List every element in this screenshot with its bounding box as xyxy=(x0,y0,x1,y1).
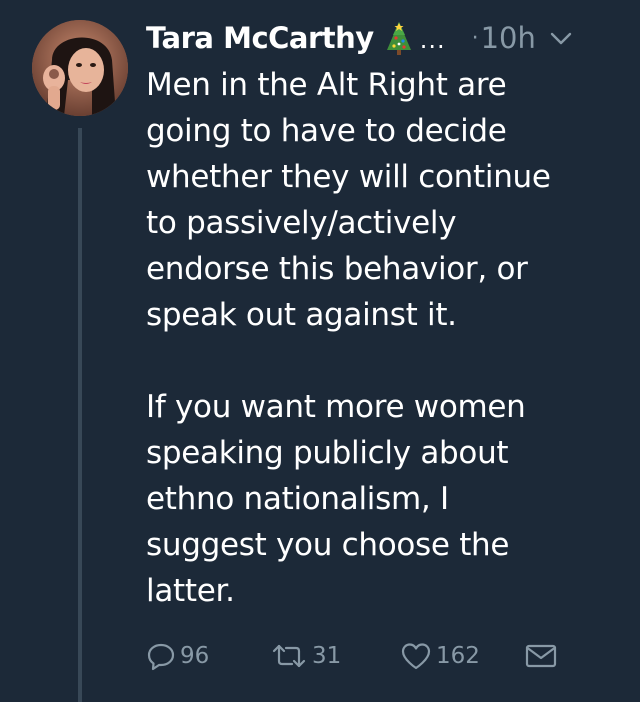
tweet-text-line: endorse this behavior, or xyxy=(146,251,528,287)
reply-button[interactable]: 96 xyxy=(146,636,209,676)
avatar[interactable] xyxy=(32,20,128,116)
tweet-text-line: latter. xyxy=(146,573,235,609)
separator-dot: · xyxy=(471,25,479,51)
retweet-count: 31 xyxy=(312,643,342,669)
tweet-text-line: ethno nationalism, I xyxy=(146,481,449,517)
tweet-text-line: If you want more women xyxy=(146,389,526,425)
direct-message-button[interactable] xyxy=(524,636,558,676)
reply-count: 96 xyxy=(180,643,210,669)
envelope-icon xyxy=(524,641,558,671)
reply-icon xyxy=(146,641,176,671)
tweet-text-line: Men in the Alt Right are xyxy=(146,67,507,103)
retweet-icon xyxy=(270,641,308,671)
tweet-header: Tara McCarthy ... · 10h xyxy=(146,14,616,62)
tweet-text-line: to passively/actively xyxy=(146,205,457,241)
author-name[interactable]: Tara McCarthy xyxy=(146,21,374,55)
christmas-tree-icon xyxy=(384,20,414,56)
tweet-text-line: going to have to decide xyxy=(146,113,507,149)
tweet-text-line: suggest you choose the xyxy=(146,527,510,563)
chevron-down-icon[interactable] xyxy=(548,28,574,48)
tweet-text-line: speak out against it. xyxy=(146,297,457,333)
like-button[interactable]: 162 xyxy=(400,636,480,676)
thread-line xyxy=(78,128,82,702)
retweet-button[interactable]: 31 xyxy=(270,636,341,676)
avatar-photo xyxy=(32,20,128,116)
tweet-actions: 96 31 162 xyxy=(146,636,586,676)
tweet-text-line: speaking publicly about xyxy=(146,435,509,471)
tweet[interactable]: Tara McCarthy ... · 10h Men in the Alt R… xyxy=(0,0,640,702)
name-ellipsis: ... xyxy=(419,26,446,54)
heart-icon xyxy=(400,641,432,671)
like-count: 162 xyxy=(436,643,480,669)
tweet-text: Men in the Alt Right are going to have t… xyxy=(146,62,626,614)
tweet-text-line: whether they will continue xyxy=(146,159,551,195)
timestamp[interactable]: 10h xyxy=(481,21,536,55)
